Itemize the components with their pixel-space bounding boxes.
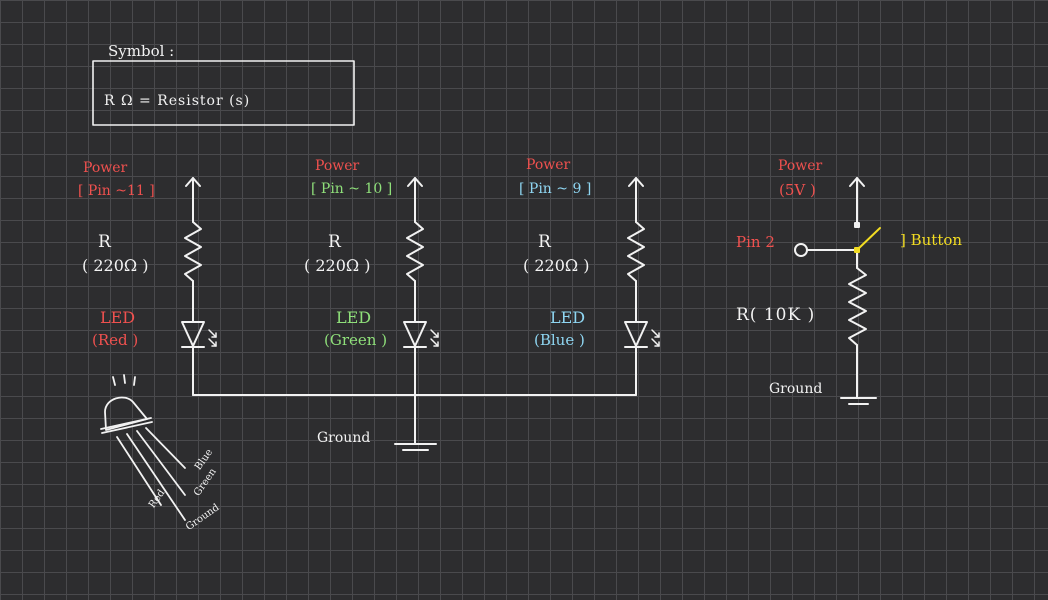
- rgb-led-illustration: [100, 374, 186, 521]
- pin-label-red: [ Pin ~11 ]: [78, 183, 155, 199]
- led-label-green: LED: [336, 308, 372, 327]
- led-label-blue: LED: [550, 308, 586, 327]
- pin2-label: Pin 2: [736, 233, 775, 251]
- led-color-blue: (Blue ): [534, 331, 585, 349]
- resistor-value-red: ( 220Ω ): [82, 256, 149, 275]
- led-diode-symbol: [181, 321, 205, 347]
- resistor-symbol: [184, 221, 202, 282]
- ground-label-button: Ground: [769, 381, 823, 397]
- resistor-symbol: [627, 221, 645, 282]
- circuit-diagram: [92, 60, 881, 521]
- power-label-green: Power: [315, 158, 360, 174]
- pin-connector-icon: [794, 243, 808, 257]
- pin-label-green: [ Pin ~ 10 ]: [311, 181, 393, 197]
- resistor-label-blue: R: [538, 232, 551, 252]
- voltage-label: (5V ): [779, 181, 816, 199]
- circuit-blue-wire: [624, 177, 660, 396]
- resistor-value-green: ( 220Ω ): [304, 256, 371, 275]
- led-label-red: LED: [100, 308, 136, 327]
- resistor-symbol: [406, 221, 424, 282]
- led-diode-symbol: [403, 321, 427, 347]
- power-label-blue: Power: [526, 157, 571, 173]
- led-color-red: (Red ): [92, 331, 139, 349]
- button-circuit-wire: [794, 177, 877, 405]
- button-switch-symbol: [854, 227, 881, 253]
- resistor-symbol: [848, 267, 867, 346]
- legend-title: Symbol :: [108, 42, 175, 60]
- pin-label-blue: [ Pin ~ 9 ]: [519, 181, 592, 197]
- resistor-10k-label: R( 10K ): [736, 305, 816, 325]
- legend-text: R Ω = Resistor (s): [104, 93, 251, 109]
- resistor-label-green: R: [328, 232, 341, 252]
- circuit-red-wire: [181, 177, 217, 396]
- led-diode-symbol: [624, 321, 648, 347]
- power-label-button: Power: [778, 158, 823, 174]
- resistor-label-red: R: [98, 232, 111, 252]
- resistor-value-blue: ( 220Ω ): [523, 256, 590, 275]
- led-color-green: (Green ): [324, 331, 388, 349]
- ground-label: Ground: [317, 430, 371, 446]
- circuit-green-wire: [403, 177, 439, 445]
- button-label: ] Button: [900, 231, 963, 249]
- ground-symbol: [394, 443, 437, 451]
- power-label-red: Power: [83, 160, 128, 176]
